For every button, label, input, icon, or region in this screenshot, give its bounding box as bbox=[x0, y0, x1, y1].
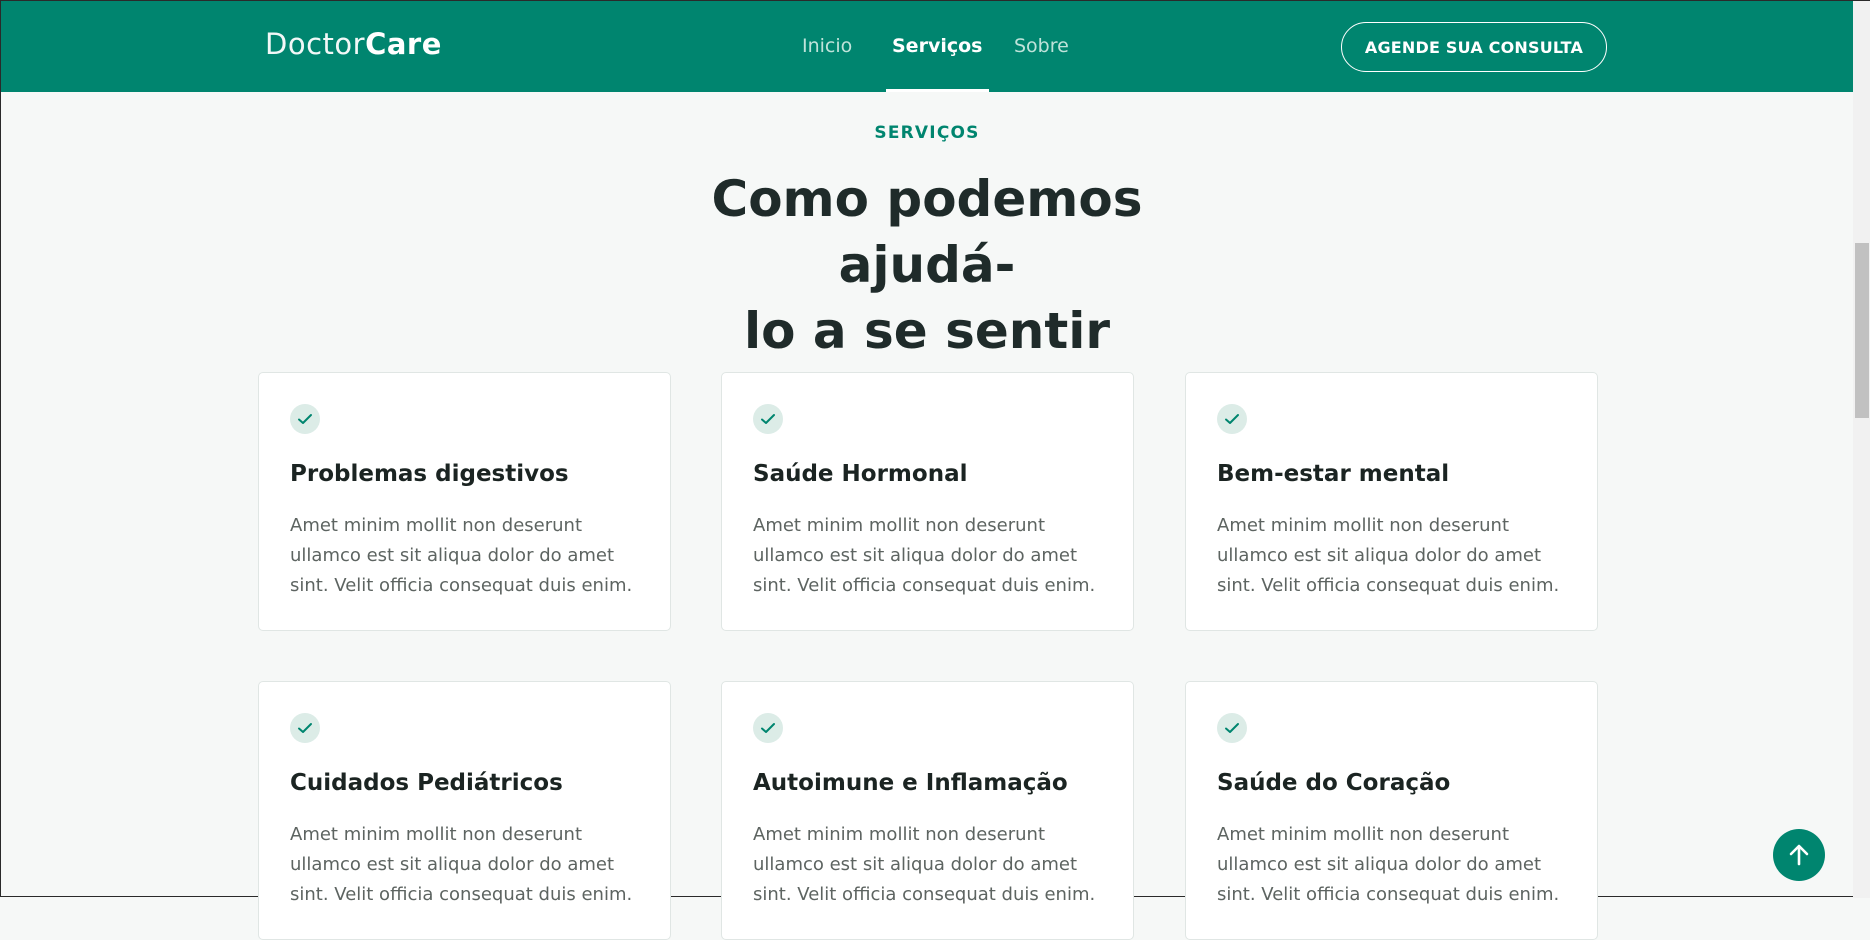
check-icon bbox=[753, 404, 783, 434]
service-card: Cuidados Pediátricos Amet minim mollit n… bbox=[258, 681, 671, 940]
schedule-appointment-button[interactable]: AGENDE SUA CONSULTA bbox=[1341, 22, 1607, 72]
service-card-title: Problemas digestivos bbox=[290, 461, 569, 487]
service-card: Bem-estar mental Amet minim mollit non d… bbox=[1185, 372, 1598, 631]
service-card: Autoimune e Inflamação Amet minim mollit… bbox=[721, 681, 1134, 940]
top-navbar: DoctorCare Inicio Serviços Sobre AGENDE … bbox=[1, 1, 1853, 92]
service-card-text: Amet minim mollit non deserunt ullamco e… bbox=[1217, 515, 1560, 596]
check-icon bbox=[290, 404, 320, 434]
service-card-text: Amet minim mollit non deserunt ullamco e… bbox=[753, 515, 1096, 596]
service-card-title: Autoimune e Inflamação bbox=[753, 770, 1068, 796]
service-card: Saúde do Coração Amet minim mollit non d… bbox=[1185, 681, 1598, 940]
service-card-title: Cuidados Pediátricos bbox=[290, 770, 563, 796]
service-card-text: Amet minim mollit non deserunt ullamco e… bbox=[290, 515, 633, 596]
check-icon bbox=[753, 713, 783, 743]
vertical-scrollbar[interactable] bbox=[1853, 1, 1870, 898]
nav-item-servicos[interactable]: Serviços bbox=[892, 35, 982, 57]
scrollbar-thumb[interactable] bbox=[1855, 243, 1869, 418]
check-icon bbox=[290, 713, 320, 743]
service-card-title: Saúde Hormonal bbox=[753, 461, 968, 487]
arrow-up-icon bbox=[1789, 844, 1809, 866]
check-icon bbox=[1217, 404, 1247, 434]
nav-item-sobre[interactable]: Sobre bbox=[1014, 35, 1069, 57]
service-card: Problemas digestivos Amet minim mollit n… bbox=[258, 372, 671, 631]
section-title-line-1: Como podemos ajudá- bbox=[711, 170, 1143, 294]
nav-item-inicio[interactable]: Inicio bbox=[802, 35, 852, 57]
back-to-top-button[interactable] bbox=[1773, 829, 1825, 881]
active-nav-indicator bbox=[886, 89, 989, 92]
service-card-title: Saúde do Coração bbox=[1217, 770, 1451, 796]
check-icon bbox=[1217, 713, 1247, 743]
service-card: Saúde Hormonal Amet minim mollit non des… bbox=[721, 372, 1134, 631]
section-kicker: SERVIÇOS bbox=[874, 123, 980, 143]
service-card-title: Bem-estar mental bbox=[1217, 461, 1450, 487]
